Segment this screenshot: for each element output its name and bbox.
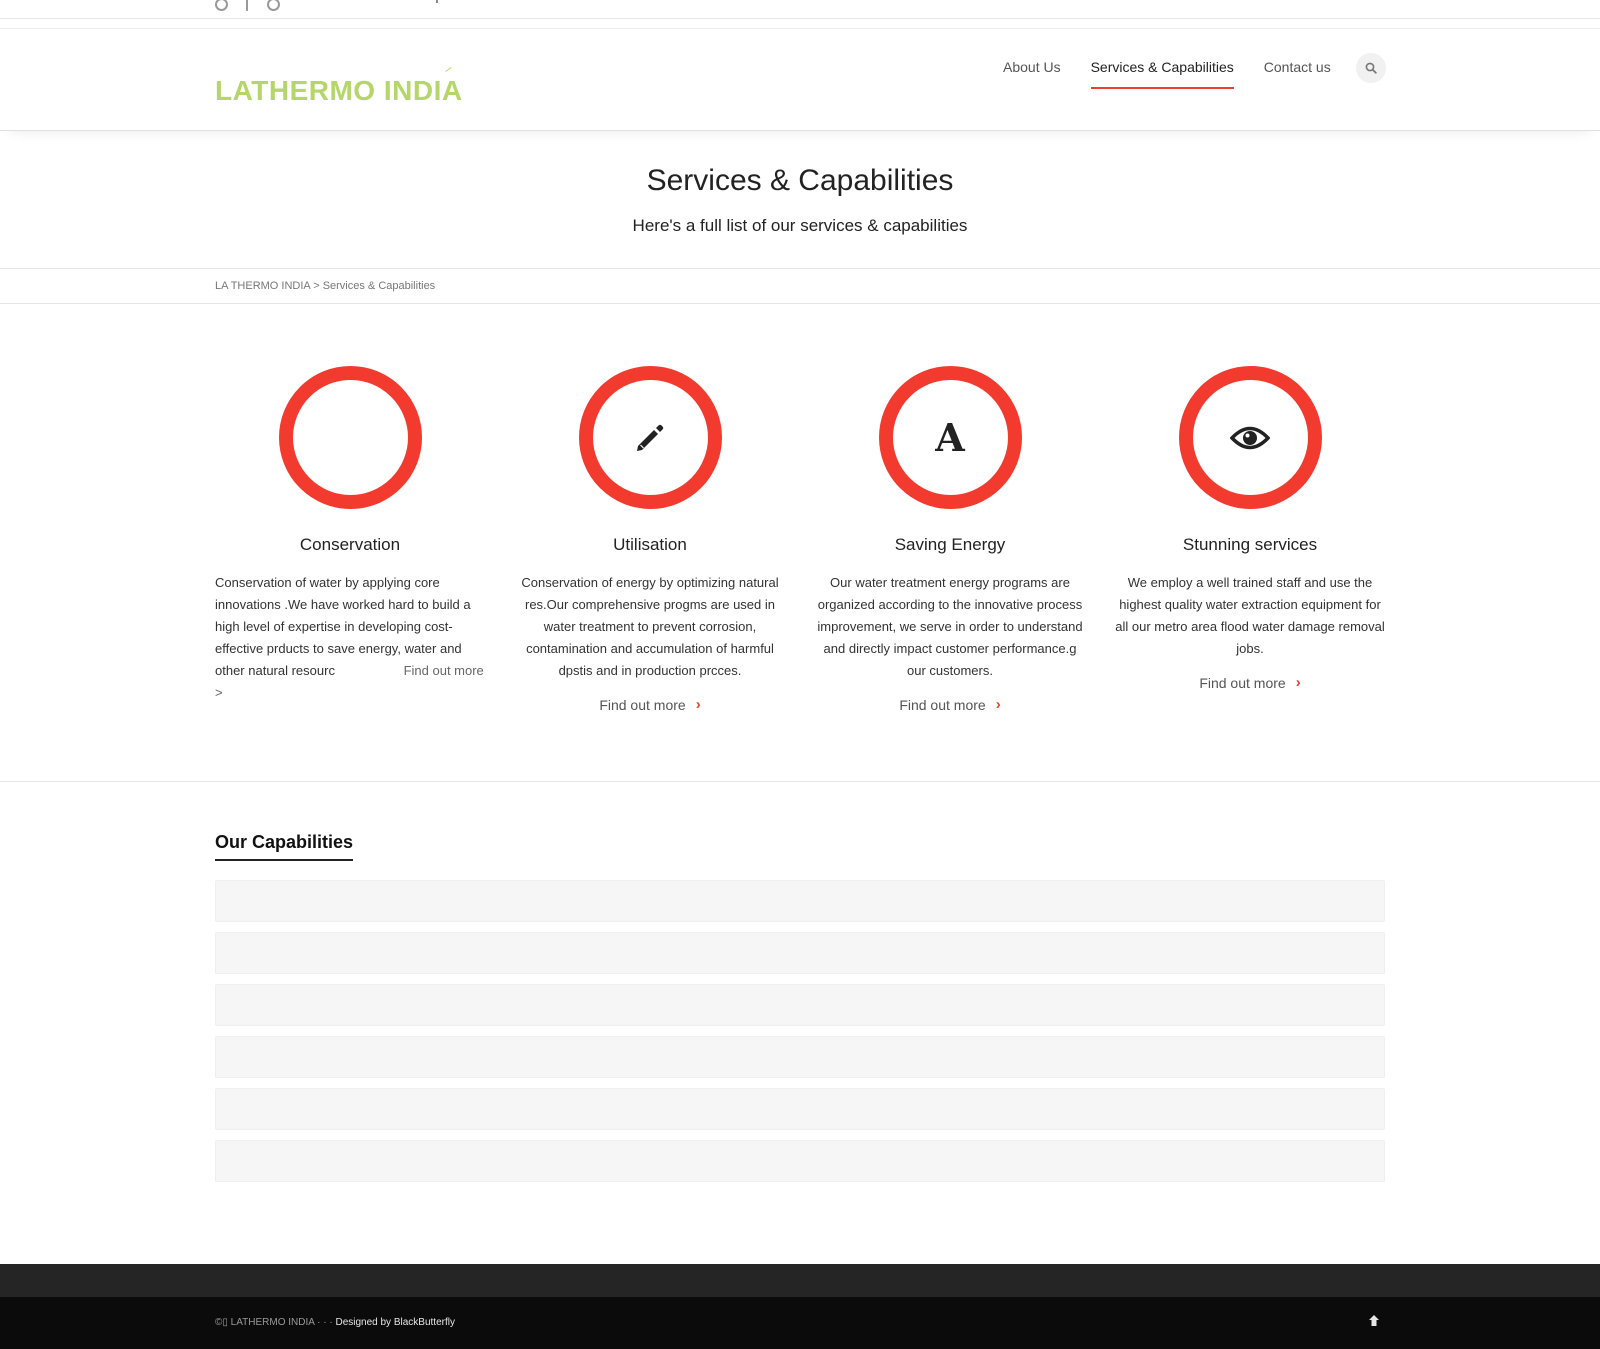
search-icon xyxy=(1365,62,1377,74)
find-out-more-link[interactable]: Find out more › xyxy=(899,696,1000,713)
services-section: Conservation Conservation of water by ap… xyxy=(0,304,1600,782)
footer-credits: ©▯ LATHERMO INDIA · · · Designed by Blac… xyxy=(215,1317,455,1328)
service-icon-circle xyxy=(278,366,422,509)
service-icon-circle xyxy=(1178,366,1322,509)
find-out-more-link[interactable]: Find out more › xyxy=(1199,674,1300,691)
service-title: Utilisation xyxy=(613,535,687,554)
service-icon-circle xyxy=(578,366,722,509)
service-card-conservation: Conservation Conservation of water by ap… xyxy=(215,366,485,704)
service-description: Conservation of water by applying core i… xyxy=(215,575,484,700)
social-icon[interactable] xyxy=(246,0,249,11)
designer-credit[interactable]: Designed by BlackButterfly xyxy=(335,1317,455,1328)
breadcrumb[interactable]: LA THERMO INDIA > Services & Capabilitie… xyxy=(215,280,435,292)
capability-row[interactable] xyxy=(215,880,1385,922)
capabilities-heading: Our Capabilities xyxy=(215,832,354,861)
breadcrumb-bar: LA THERMO INDIA > Services & Capabilitie… xyxy=(0,269,1600,304)
chevron-right-icon: › xyxy=(1295,674,1301,691)
site-header: LATHERMO INDIA About Us Services & Capab… xyxy=(0,28,1600,131)
capability-row[interactable] xyxy=(215,984,1385,1026)
service-card-saving-energy: A Saving Energy Our water treatment ener… xyxy=(815,366,1085,715)
font-icon: A xyxy=(935,415,965,460)
chevron-right-icon: › xyxy=(695,696,701,713)
service-title: Saving Energy xyxy=(894,535,1006,554)
pencil-icon xyxy=(637,424,664,451)
capability-row[interactable] xyxy=(215,1036,1385,1078)
site-logo[interactable]: LATHERMO INDIA xyxy=(215,75,463,107)
capability-row[interactable] xyxy=(215,1088,1385,1130)
service-title: Stunning services xyxy=(1182,535,1318,554)
social-icon[interactable] xyxy=(215,0,228,11)
top-bar xyxy=(0,0,1600,19)
topbar-mark xyxy=(436,0,438,3)
arrow-up-icon xyxy=(1369,1315,1379,1326)
nav-item-contact-us[interactable]: Contact us xyxy=(1264,59,1331,89)
back-to-top-button[interactable] xyxy=(1368,1314,1380,1332)
service-description: Our water treatment energy programs are … xyxy=(817,575,1083,678)
eye-icon xyxy=(1230,426,1270,449)
service-card-utilisation: Utilisation Conservation of energy by op… xyxy=(515,366,785,715)
service-icon-circle: A xyxy=(878,366,1022,509)
page-subtitle: Here's a full list of our services & cap… xyxy=(632,216,968,235)
find-out-more-link[interactable]: Find out more › xyxy=(599,696,700,713)
page-title: Services & Capabilities xyxy=(646,164,954,197)
nav-item-services-capabilities[interactable]: Services & Capabilities xyxy=(1090,59,1234,89)
service-title: Conservation xyxy=(299,535,401,554)
service-card-stunning-services: Stunning services We employ a well train… xyxy=(1115,366,1385,693)
site-footer: ©▯ LATHERMO INDIA · · · Designed by Blac… xyxy=(0,1297,1600,1349)
nav-item-about-us[interactable]: About Us xyxy=(1003,59,1061,89)
capability-row[interactable] xyxy=(215,1140,1385,1182)
chevron-right-icon: › xyxy=(995,696,1001,713)
social-icons xyxy=(215,0,280,22)
copyright-text: ©▯ LATHERMO INDIA · · · xyxy=(215,1317,336,1328)
search-button[interactable] xyxy=(1356,53,1386,83)
footer-widgets-bar xyxy=(0,1264,1600,1297)
page-title-section: Services & Capabilities Here's a full li… xyxy=(0,131,1600,269)
social-icon[interactable] xyxy=(267,0,280,11)
main-nav: About Us Services & Capabilities Contact… xyxy=(1003,59,1331,89)
service-description: Conservation of energy by optimizing nat… xyxy=(521,575,779,678)
logo-accent xyxy=(445,67,452,72)
capability-row[interactable] xyxy=(215,932,1385,974)
service-description: We employ a well trained staff and use t… xyxy=(1115,575,1385,656)
